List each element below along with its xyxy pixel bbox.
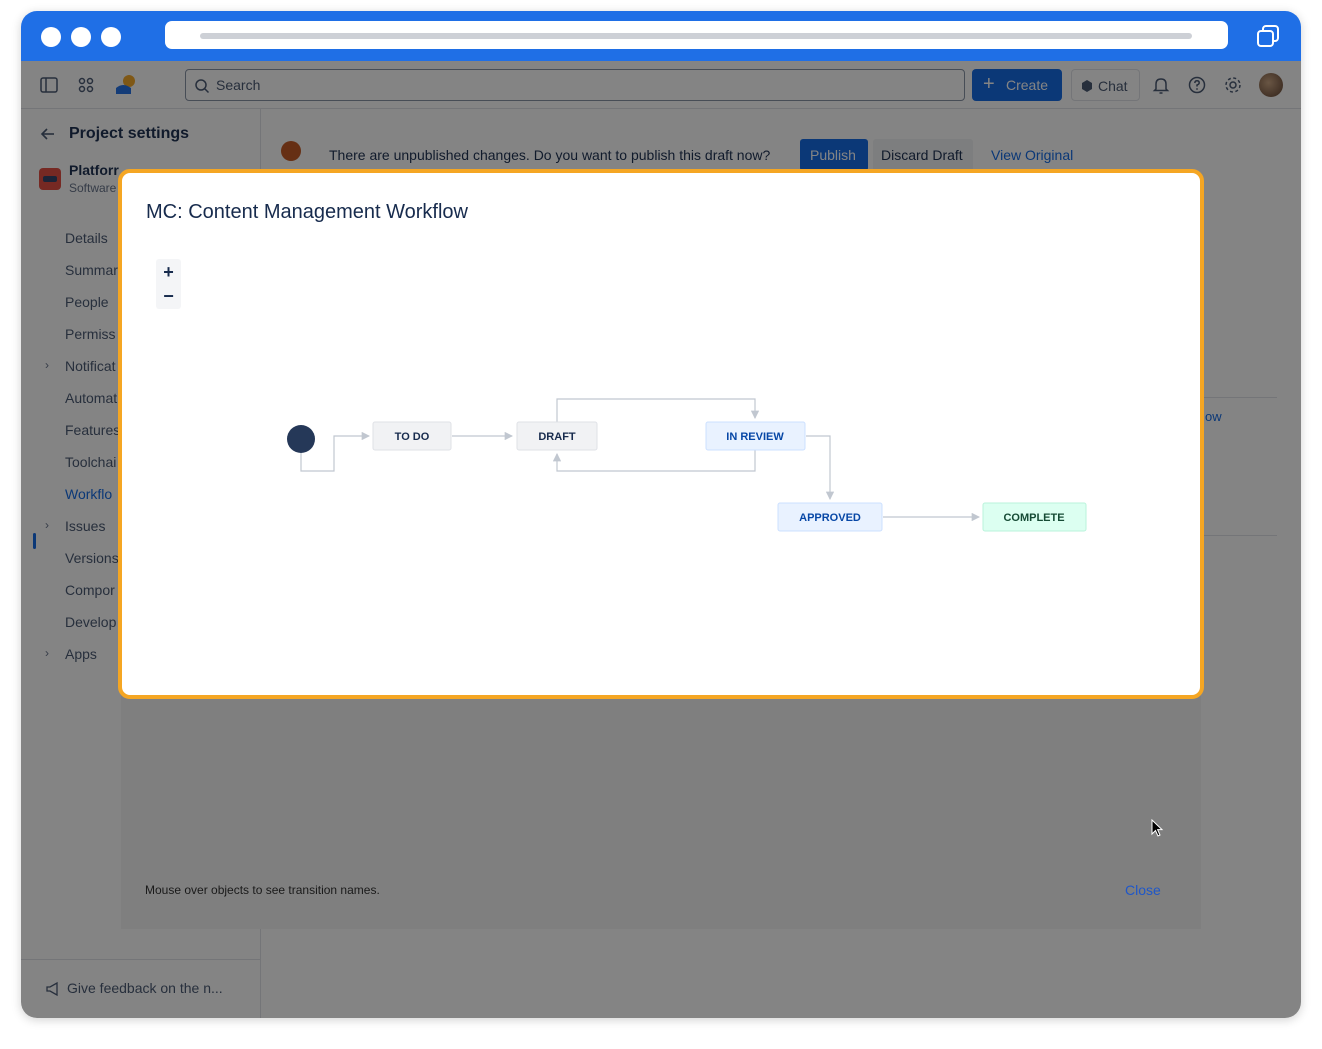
- transition-review-to-draft[interactable]: [552, 450, 756, 472]
- address-bar[interactable]: [165, 21, 1228, 49]
- mouse-cursor-icon: [1151, 819, 1164, 837]
- status-label: APPROVED: [799, 512, 861, 524]
- workflow-diagram: TO DO DRAFT IN REVIEW APPROVED COMPLETE: [287, 398, 1087, 532]
- dialog-footer: Mouse over objects to see transition nam…: [121, 689, 1201, 929]
- browser-chrome: [21, 11, 1301, 61]
- status-todo[interactable]: TO DO: [372, 421, 452, 451]
- transition-review-to-approved[interactable]: [806, 435, 835, 501]
- transition-hint: Mouse over objects to see transition nam…: [145, 883, 380, 897]
- browser-window: Search + Create Chat: [21, 11, 1301, 1018]
- status-label: IN REVIEW: [726, 431, 784, 443]
- jira-app: Search + Create Chat: [21, 61, 1301, 1018]
- status-draft[interactable]: DRAFT: [516, 421, 598, 451]
- window-minimize-dot[interactable]: [71, 27, 91, 47]
- window-maximize-dot[interactable]: [101, 27, 121, 47]
- close-button[interactable]: Close: [1125, 882, 1161, 898]
- status-in-review[interactable]: IN REVIEW: [705, 421, 806, 451]
- window-close-dot[interactable]: [41, 27, 61, 47]
- status-approved[interactable]: APPROVED: [777, 502, 883, 532]
- workflow-dialog: MC: Content Management Workflow + − TO D…: [118, 169, 1204, 699]
- workflow-start-node: [287, 425, 315, 453]
- status-label: TO DO: [395, 431, 430, 443]
- status-label: DRAFT: [538, 431, 576, 443]
- transition-draft-to-review[interactable]: [556, 398, 760, 423]
- tabs-overview-icon[interactable]: [1255, 23, 1281, 49]
- status-complete[interactable]: COMPLETE: [982, 502, 1087, 532]
- status-label: COMPLETE: [1003, 512, 1064, 524]
- address-placeholder-line: [200, 33, 1192, 39]
